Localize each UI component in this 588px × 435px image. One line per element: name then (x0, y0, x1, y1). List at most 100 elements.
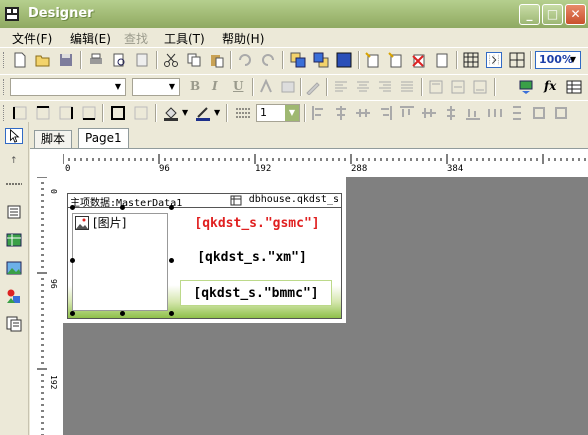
center-horizontally-icon[interactable] (355, 105, 371, 121)
picture-object[interactable]: [图片] (72, 213, 168, 311)
redo-icon[interactable] (260, 52, 276, 68)
subreport-icon[interactable] (5, 316, 23, 332)
menu-file[interactable]: 文件(F) (12, 30, 52, 47)
report-page[interactable]: 主项数据:MasterData1 dbhouse.qkdst_s [图片] [q… (63, 177, 346, 323)
highlight-rule-icon[interactable] (518, 79, 534, 95)
cut-icon[interactable] (163, 52, 179, 68)
toolbar-grip[interactable] (3, 79, 6, 95)
border-none-icon[interactable] (133, 105, 149, 121)
menu-help[interactable]: 帮助(H) (222, 30, 264, 47)
cross-table-icon[interactable] (5, 232, 23, 248)
zoom-select[interactable]: 100% ▼ (535, 51, 581, 69)
chevron-down-icon[interactable]: ▼ (165, 79, 179, 95)
align-justify-icon[interactable] (399, 79, 415, 95)
chevron-down-icon[interactable]: ▼ (566, 52, 580, 68)
resize-handle[interactable] (120, 311, 125, 316)
delete-page-icon[interactable] (411, 52, 427, 68)
toolbar-grip[interactable] (3, 52, 6, 68)
chevron-down-icon[interactable]: ▼ (111, 79, 125, 95)
band-icon[interactable] (5, 176, 23, 192)
font-size-select[interactable]: ▼ (132, 78, 180, 96)
shape-icon[interactable] (5, 288, 23, 304)
same-width-icon[interactable] (531, 105, 547, 121)
bring-to-front-icon[interactable] (290, 52, 306, 68)
align-rights-icon[interactable] (377, 105, 393, 121)
tab-script[interactable]: 脚本 (34, 130, 73, 148)
space-vertical-icon[interactable] (509, 105, 525, 121)
report-canvas[interactable]: 主项数据:MasterData1 dbhouse.qkdst_s [图片] [q… (63, 177, 588, 435)
open-folder-icon[interactable] (35, 52, 51, 68)
bold-icon[interactable]: B (190, 79, 200, 93)
line-style-icon[interactable] (235, 105, 251, 121)
valign-top-icon[interactable] (428, 79, 444, 95)
fill-color-icon[interactable] (163, 105, 179, 121)
close-button[interactable]: ✕ (565, 4, 586, 25)
memo-icon[interactable] (5, 204, 23, 220)
valign-bottom-icon[interactable] (472, 79, 488, 95)
resize-handle[interactable] (169, 258, 174, 263)
chevron-down-icon[interactable]: ▼ (182, 107, 188, 117)
border-all-icon[interactable] (110, 105, 126, 121)
align-center-icon[interactable] (355, 79, 371, 95)
insert-table-icon[interactable] (566, 79, 582, 95)
grid-icon[interactable] (463, 52, 479, 68)
fit-grid-icon[interactable] (509, 52, 525, 68)
valign-middle-icon[interactable] (450, 79, 466, 95)
same-height-icon[interactable] (553, 105, 569, 121)
border-top-icon[interactable] (35, 105, 51, 121)
chevron-down-icon[interactable]: ▼ (285, 105, 299, 121)
align-lefts-icon[interactable] (311, 105, 327, 121)
align-tops-icon[interactable] (399, 105, 415, 121)
space-horizontal-icon[interactable] (487, 105, 503, 121)
function-icon[interactable]: fx (544, 79, 556, 93)
align-vcenters-icon[interactable] (421, 105, 437, 121)
menu-find[interactable]: 查找 (124, 30, 148, 47)
border-left-icon[interactable] (12, 105, 28, 121)
menu-edit[interactable]: 编辑(E) (70, 30, 111, 47)
resize-handle[interactable] (120, 205, 125, 210)
field-bmmc[interactable]: [qkdst_s."bmmc"] (180, 280, 332, 306)
copy-icon[interactable] (186, 52, 202, 68)
group-icon[interactable] (336, 52, 352, 68)
print-icon[interactable] (88, 52, 104, 68)
resize-handle[interactable] (169, 205, 174, 210)
send-to-back-icon[interactable] (313, 52, 329, 68)
menu-tools[interactable]: 工具(T) (164, 30, 205, 47)
paste-icon[interactable] (209, 52, 225, 68)
underline-icon[interactable]: U (233, 79, 243, 93)
resize-handle[interactable] (70, 258, 75, 263)
line-width-select[interactable]: 1 ▼ (256, 104, 300, 122)
band-body[interactable]: [图片] [qkdst_s."gsmc"] [qkdst_s."xm"] [qk… (68, 209, 341, 318)
minimize-button[interactable]: _ (519, 4, 540, 25)
field-xm[interactable]: [qkdst_s."xm"] (182, 246, 322, 270)
border-bottom-icon[interactable] (81, 105, 97, 121)
toolbar-grip[interactable] (3, 105, 6, 121)
align-hcenters-icon[interactable] (333, 105, 349, 121)
add-page-icon[interactable] (365, 52, 381, 68)
print-preview-icon[interactable] (111, 52, 127, 68)
highlight-icon[interactable] (280, 79, 296, 95)
new-file-icon[interactable] (12, 52, 28, 68)
border-right-icon[interactable] (58, 105, 74, 121)
italic-icon[interactable]: I (212, 79, 218, 93)
collapse-arrow-icon[interactable]: ↑ (10, 156, 18, 166)
align-left-icon[interactable] (333, 79, 349, 95)
resize-handle[interactable] (169, 311, 174, 316)
chevron-down-icon[interactable]: ▼ (214, 107, 220, 117)
maximize-button[interactable]: □ (542, 4, 563, 25)
band-header[interactable]: 主项数据:MasterData1 dbhouse.qkdst_s (68, 194, 341, 209)
field-gsmc[interactable]: [qkdst_s."gsmc"] (178, 212, 336, 235)
center-vertically-icon[interactable] (443, 105, 459, 121)
select-pointer-icon[interactable] (5, 128, 23, 144)
align-bottoms-icon[interactable] (465, 105, 481, 121)
resize-handle[interactable] (70, 205, 75, 210)
font-name-select[interactable]: ▼ (10, 78, 126, 96)
tab-page1[interactable]: Page1 (78, 128, 129, 148)
save-icon[interactable] (58, 52, 74, 68)
undo-icon[interactable] (237, 52, 253, 68)
line-color-icon[interactable] (195, 105, 211, 121)
snap-to-grid-icon[interactable] (486, 52, 502, 68)
master-data-band[interactable]: 主项数据:MasterData1 dbhouse.qkdst_s [图片] [q… (67, 193, 342, 319)
add-band-icon[interactable] (388, 52, 404, 68)
align-right-icon[interactable] (377, 79, 393, 95)
